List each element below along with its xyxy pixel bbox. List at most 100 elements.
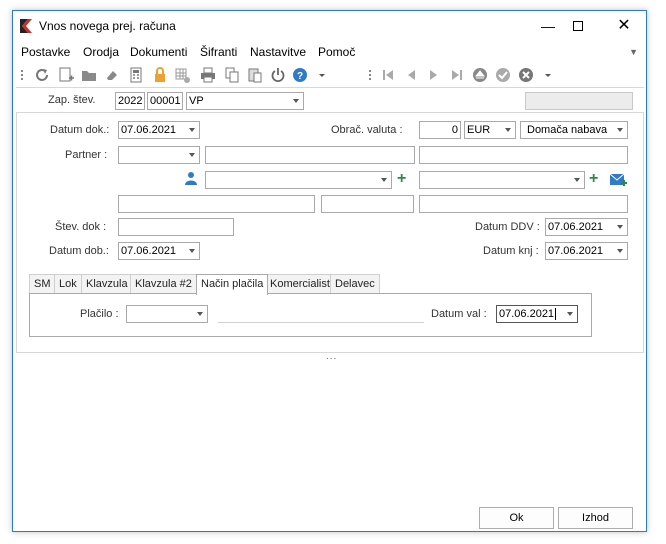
calculator-icon[interactable] (127, 66, 145, 84)
datum-ddv-value: 07.06.2021 (548, 221, 604, 233)
tab-content-nacin-placila: Plačilo : Datum val : 07.06.2021 (29, 293, 592, 337)
chevron-down-icon (189, 153, 195, 157)
eject-icon[interactable] (471, 66, 489, 84)
chevron-down-icon (567, 312, 573, 316)
datum-knj-field[interactable]: 07.06.2021 (545, 242, 628, 260)
chevron-down-icon (617, 249, 623, 253)
placilo-label: Plačilo : (80, 308, 119, 320)
toolbar-grip-2[interactable] (369, 70, 371, 80)
refresh-icon[interactable] (33, 66, 51, 84)
partner-name-field[interactable] (205, 146, 415, 164)
person-icon[interactable] (184, 171, 198, 185)
print-icon[interactable] (199, 66, 217, 84)
datum-ddv-label: Datum DDV : (475, 221, 540, 233)
first-record-icon[interactable] (379, 66, 397, 84)
document-number-bar: Zap. štev. 2022 00001 VP (16, 87, 644, 113)
extra-field-1[interactable] (118, 195, 315, 213)
tab-klavzula[interactable]: Klavzula (81, 274, 133, 294)
copy-icon[interactable] (223, 66, 241, 84)
datum-dok-field[interactable]: 07.06.2021 (118, 121, 200, 139)
ok-button[interactable]: Ok (479, 507, 554, 529)
menu-postavke[interactable]: Postavke (21, 45, 70, 59)
close-button[interactable]: ✕ (610, 15, 638, 37)
menu-sifranti[interactable]: Šifranti (200, 45, 237, 59)
previous-record-icon[interactable] (402, 66, 420, 84)
zap-stev-label: Zap. štev. (48, 94, 96, 106)
confirm-icon[interactable] (494, 66, 512, 84)
placilo-select[interactable] (126, 305, 208, 323)
nabava-select[interactable]: Domača nabava (520, 121, 628, 139)
tab-delavec[interactable]: Delavec (330, 274, 380, 294)
datum-val-label: Datum val : (431, 308, 487, 320)
lock-icon[interactable] (151, 66, 169, 84)
toolbar: ? (13, 64, 646, 86)
chevron-down-icon (293, 99, 299, 103)
valuta-amount-field[interactable]: 0 (419, 121, 461, 139)
paste-icon[interactable] (246, 66, 264, 84)
datum-val-field[interactable]: 07.06.2021 (496, 305, 578, 323)
minimize-button[interactable]: — (534, 15, 562, 37)
next-record-icon[interactable] (425, 66, 443, 84)
menu-orodja[interactable]: Orodja (83, 45, 119, 59)
stev-dok-field[interactable] (118, 218, 234, 236)
valuta-select[interactable]: EUR (464, 121, 516, 139)
add-contact-icon[interactable]: + (397, 171, 406, 187)
extra-field-2[interactable] (321, 195, 414, 213)
help-dropdown-icon[interactable] (313, 66, 331, 84)
chevron-down-icon (189, 128, 195, 132)
toolbar-grip[interactable] (21, 70, 23, 80)
tab-klavzula-2[interactable]: Klavzula #2 (130, 274, 197, 294)
chevron-down-icon (617, 128, 623, 132)
menu-pomoc[interactable]: Pomoč (318, 45, 355, 59)
extra-field-3[interactable] (419, 195, 628, 213)
email-add-icon[interactable] (609, 172, 627, 188)
menu-nastavitve[interactable]: Nastavitve (250, 45, 306, 59)
document-type-select[interactable]: VP (186, 92, 304, 110)
add-address-icon[interactable]: + (589, 171, 598, 187)
panel-splitter[interactable]: ... (326, 351, 337, 362)
address-select[interactable] (419, 171, 585, 189)
maximize-button[interactable] (564, 15, 592, 37)
dialog-window: Vnos novega prej. računa — ✕ Postavke Or… (12, 10, 647, 532)
datum-ddv-field[interactable]: 07.06.2021 (545, 218, 628, 236)
datum-knj-value: 07.06.2021 (548, 245, 604, 257)
last-record-icon[interactable] (448, 66, 466, 84)
window-title: Vnos novega prej. računa (39, 19, 176, 33)
chevron-down-icon (189, 249, 195, 253)
year-field[interactable]: 2022 (115, 92, 145, 110)
datum-knj-label: Datum knj : (483, 245, 539, 257)
grid-settings-icon[interactable] (173, 66, 191, 84)
chevron-down-icon (381, 178, 387, 182)
tab-lok[interactable]: Lok (54, 274, 82, 294)
app-logo-icon (20, 19, 32, 33)
number-field[interactable]: 00001 (147, 92, 183, 110)
menu-dokumenti[interactable]: Dokumenti (130, 45, 187, 59)
datum-dob-label: Datum dob.: (49, 245, 109, 257)
menu-overflow-icon[interactable]: ▼ (629, 47, 638, 57)
partner-select[interactable] (118, 146, 200, 164)
contact-select[interactable] (205, 171, 392, 189)
izhod-button[interactable]: Izhod (558, 507, 633, 529)
partner-info-field[interactable] (419, 146, 628, 164)
eraser-icon[interactable] (103, 66, 121, 84)
open-folder-icon[interactable] (80, 66, 98, 84)
valuta-value: EUR (467, 124, 491, 136)
menu-bar: Postavke Orodja Dokumenti Šifranti Nasta… (13, 43, 646, 63)
title-bar: Vnos novega prej. računa — ✕ (13, 11, 646, 41)
power-icon[interactable] (269, 66, 287, 84)
new-document-icon[interactable] (57, 66, 75, 84)
tab-nacin-placila[interactable]: Način plačila (196, 274, 269, 295)
maximize-icon (573, 21, 583, 31)
datum-dob-field[interactable]: 07.06.2021 (118, 242, 200, 260)
help-icon[interactable]: ? (291, 66, 309, 84)
nav-dropdown-icon[interactable] (539, 66, 557, 84)
cancel-icon[interactable] (517, 66, 535, 84)
chevron-down-icon (505, 128, 511, 132)
text-cursor (555, 308, 557, 320)
datum-dok-value: 07.06.2021 (121, 124, 177, 136)
status-field (525, 92, 633, 110)
obrac-valuta-label: Obrač. valuta : (331, 124, 403, 136)
tab-komercialist[interactable]: Komercialist (265, 274, 335, 294)
datum-val-value: 07.06.2021 (499, 308, 555, 320)
tab-sm[interactable]: SM (29, 274, 56, 294)
